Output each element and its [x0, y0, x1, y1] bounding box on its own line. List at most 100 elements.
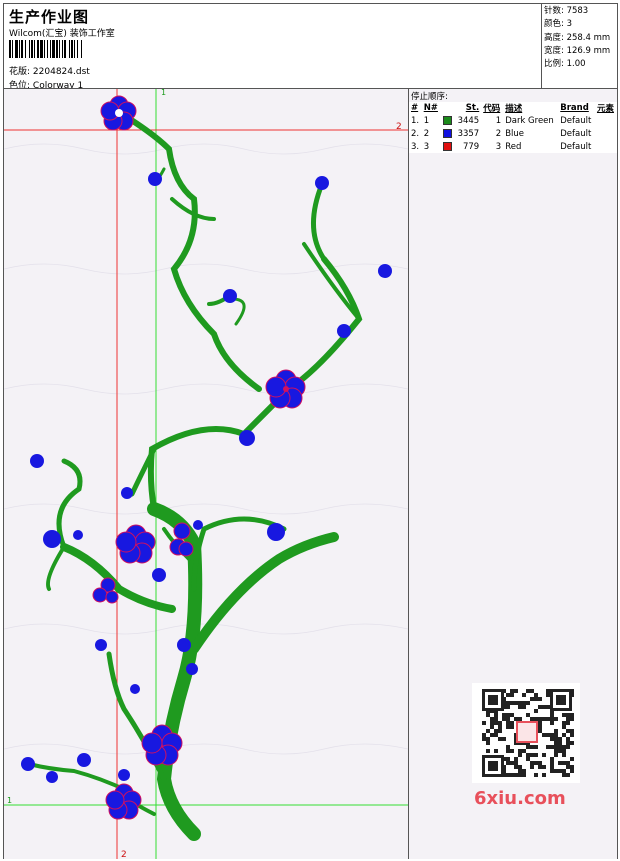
- qr-module: [534, 753, 538, 757]
- qr-finder: [488, 695, 498, 705]
- qr-module: [546, 705, 550, 709]
- swatch-cell: [441, 114, 455, 127]
- qr-module: [530, 697, 534, 701]
- qr-module: [550, 769, 554, 773]
- needle-cell: 3: [423, 141, 430, 152]
- color-swatch: [442, 115, 452, 125]
- qr-module: [562, 721, 566, 725]
- qr-module: [534, 693, 538, 697]
- stat-scale: 比例: 1.00: [544, 59, 586, 70]
- qr-module: [550, 721, 554, 725]
- qr-module: [482, 721, 486, 725]
- qr-module: [502, 717, 506, 721]
- qr-module: [554, 733, 558, 737]
- qr-module: [550, 737, 554, 741]
- stitches-cell: 779: [462, 141, 480, 152]
- qr-module: [546, 717, 550, 721]
- qr-module: [554, 729, 558, 733]
- barcode-bar: [82, 40, 84, 58]
- qr-module: [570, 729, 574, 733]
- qr-module: [490, 733, 494, 737]
- header: 生产作业图 Wilcom(汇宝) 装饰工作室 花版: 2204824.dst 色…: [4, 4, 540, 91]
- stat-width: 宽度: 126.9 mm: [544, 45, 611, 56]
- qr-module: [522, 749, 526, 753]
- qr-module: [482, 737, 486, 741]
- brand-cell: Default: [560, 115, 592, 126]
- qr-finder: [488, 761, 498, 771]
- table-header-row: # N# St. 代码 描述 Brand 元素: [409, 102, 617, 114]
- company-name: Wilcom(汇宝) 装饰工作室: [9, 29, 115, 39]
- qr-module: [522, 705, 526, 709]
- qr-module: [542, 717, 546, 721]
- qr-module: [566, 773, 570, 777]
- qr-module: [530, 761, 534, 765]
- qr-module: [566, 761, 570, 765]
- qr-module: [566, 741, 570, 745]
- qr-module: [498, 721, 502, 725]
- qr-module: [534, 697, 538, 701]
- qr-module: [542, 733, 546, 737]
- qr-module: [518, 773, 522, 777]
- qr-module: [518, 753, 522, 757]
- qr-module: [550, 713, 554, 717]
- qr-module: [566, 713, 570, 717]
- qr-module: [534, 745, 538, 749]
- col-stitches: St.: [465, 103, 480, 113]
- qr-module: [510, 725, 514, 729]
- qr-module: [566, 729, 570, 733]
- qr-module: [558, 769, 562, 773]
- qr-module: [514, 701, 518, 705]
- qr-module: [526, 753, 530, 757]
- qr-module: [554, 741, 558, 745]
- qr-module: [530, 765, 534, 769]
- qr-module: [506, 745, 510, 749]
- qr-module: [486, 737, 490, 741]
- qr-module: [506, 773, 510, 777]
- blossoms: [21, 95, 392, 820]
- qr-module: [490, 717, 494, 721]
- qr-module: [486, 749, 490, 753]
- qr-module: [550, 733, 554, 737]
- qr-module: [498, 729, 502, 733]
- qr-module: [538, 697, 542, 701]
- qr-module: [538, 725, 542, 729]
- red-guide-label-bottom: 2: [121, 850, 127, 859]
- qr-module: [554, 749, 558, 753]
- qr-module: [558, 761, 562, 765]
- qr-module: [490, 721, 494, 725]
- qr-module: [486, 729, 490, 733]
- needle-cell: 1: [423, 115, 430, 126]
- qr-module: [546, 693, 550, 697]
- qr-module: [530, 689, 534, 693]
- code-cell: 2: [495, 128, 502, 139]
- qr-module: [522, 701, 526, 705]
- green-guide-label-left: 1: [7, 796, 12, 805]
- qr-module: [546, 689, 550, 693]
- qr-module: [526, 757, 530, 761]
- qr-module: [506, 721, 510, 725]
- qr-module: [562, 773, 566, 777]
- qr-module: [506, 701, 510, 705]
- qr-module: [506, 749, 510, 753]
- description-cell: Dark Green: [505, 115, 554, 126]
- qr-module: [530, 717, 534, 721]
- qr-module: [550, 717, 554, 721]
- col-brand: Brand: [560, 103, 589, 113]
- qr-module: [538, 761, 542, 765]
- qr-module: [530, 745, 534, 749]
- qr-module: [486, 741, 490, 745]
- idx-cell: 3.: [411, 141, 420, 152]
- design-canvas: 1 1 2 2: [4, 89, 408, 859]
- qr-module: [510, 713, 514, 717]
- qr-module: [570, 713, 574, 717]
- table-row: 1. 1 3445 1 Dark Green Default: [409, 114, 617, 127]
- qr-module: [562, 753, 566, 757]
- qr-module: [526, 701, 530, 705]
- swatch-cell: [441, 140, 455, 153]
- idx-cell: 1.: [411, 115, 420, 126]
- qr-module: [554, 745, 558, 749]
- qr-module: [514, 717, 518, 721]
- qr-module: [562, 749, 566, 753]
- col-index: #: [411, 103, 419, 113]
- qr-module: [566, 745, 570, 749]
